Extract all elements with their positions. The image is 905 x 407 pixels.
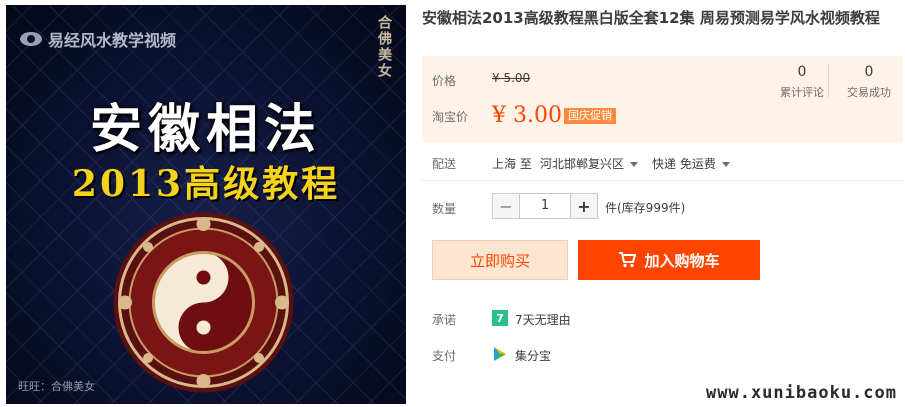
add-to-cart-button[interactable]: 加入购物车 <box>578 240 760 280</box>
product-image[interactable]: 易经风水教学视频 合佛美女 安徽相法 2013高级教程 旺旺：合佛美女 <box>6 5 406 404</box>
seven-day-return-icon: 7 <box>492 310 508 326</box>
site-watermark: www.xunibaoku.com <box>706 383 897 403</box>
payment-text[interactable]: 集分宝 <box>515 347 551 364</box>
product-title: 安徽相法2013高级教程黑白版全套12集 周易预测易学风水视频教程 <box>422 9 880 27</box>
image-subtitle: 2013高级教程 <box>71 163 341 205</box>
chevron-down-icon <box>721 162 730 167</box>
image-brand-text: 易经风水教学视频 <box>48 31 177 50</box>
shipping-method-select[interactable]: 快递 免运费 <box>652 155 730 172</box>
review-count-label: 累计评论 <box>780 86 824 99</box>
sale-price: ¥ 3.00 <box>492 103 562 128</box>
price-panel: 价格 ¥ 5.00 淘宝价 ¥ 3.00 国庆促销 0 累计评论 0 交易成功 <box>422 56 903 142</box>
image-stamp: 合佛美女 <box>376 15 392 79</box>
jifenbao-icon <box>492 346 508 362</box>
sales-count-stat[interactable]: 0 交易成功 <box>834 64 904 100</box>
increase-quantity-button[interactable]: + <box>571 194 597 218</box>
eye-icon <box>20 32 42 46</box>
image-title: 安徽相法 <box>89 99 322 160</box>
yinyang-emblem <box>111 210 296 395</box>
promo-badge: 国庆促销 <box>564 108 616 124</box>
shipping-method: 快递 免运费 <box>652 157 716 171</box>
stock-info: 件(库存999件) <box>605 201 686 215</box>
quantity-input[interactable]: 1 <box>519 194 571 218</box>
shipping-destination-select[interactable]: 河北邯郸复兴区 <box>540 155 639 172</box>
quantity-stepper: − 1 + <box>492 193 598 219</box>
cart-icon <box>619 252 637 268</box>
buy-now-label: 立即购买 <box>469 251 530 270</box>
price-label: 价格 <box>432 74 457 88</box>
review-count: 0 <box>797 64 807 80</box>
shipping-label: 配送 <box>432 157 457 171</box>
shipping-destination: 河北邯郸复兴区 <box>540 157 625 171</box>
image-brand: 易经风水教学视频 <box>20 27 176 51</box>
promise-label: 承诺 <box>432 313 457 327</box>
review-count-stat[interactable]: 0 累计评论 <box>767 64 837 100</box>
sales-count: 0 <box>864 64 874 80</box>
sales-count-label: 交易成功 <box>847 86 891 99</box>
payment-label: 支付 <box>432 349 457 363</box>
quantity-label: 数量 <box>432 202 457 216</box>
add-to-cart-label: 加入购物车 <box>644 251 720 270</box>
shipping-from: 上海 至 <box>492 157 532 171</box>
decrease-quantity-button[interactable]: − <box>493 194 519 218</box>
chevron-down-icon <box>630 162 639 167</box>
divider <box>422 180 903 181</box>
image-bottom-text: 旺旺：合佛美女 <box>18 380 95 393</box>
sale-price-label: 淘宝价 <box>432 110 469 124</box>
buy-now-button[interactable]: 立即购买 <box>432 240 568 280</box>
original-price: ¥ 5.00 <box>492 71 531 85</box>
stat-divider <box>828 64 829 98</box>
promise-text[interactable]: 7天无理由 <box>515 311 571 328</box>
yinyang-icon <box>113 212 294 393</box>
